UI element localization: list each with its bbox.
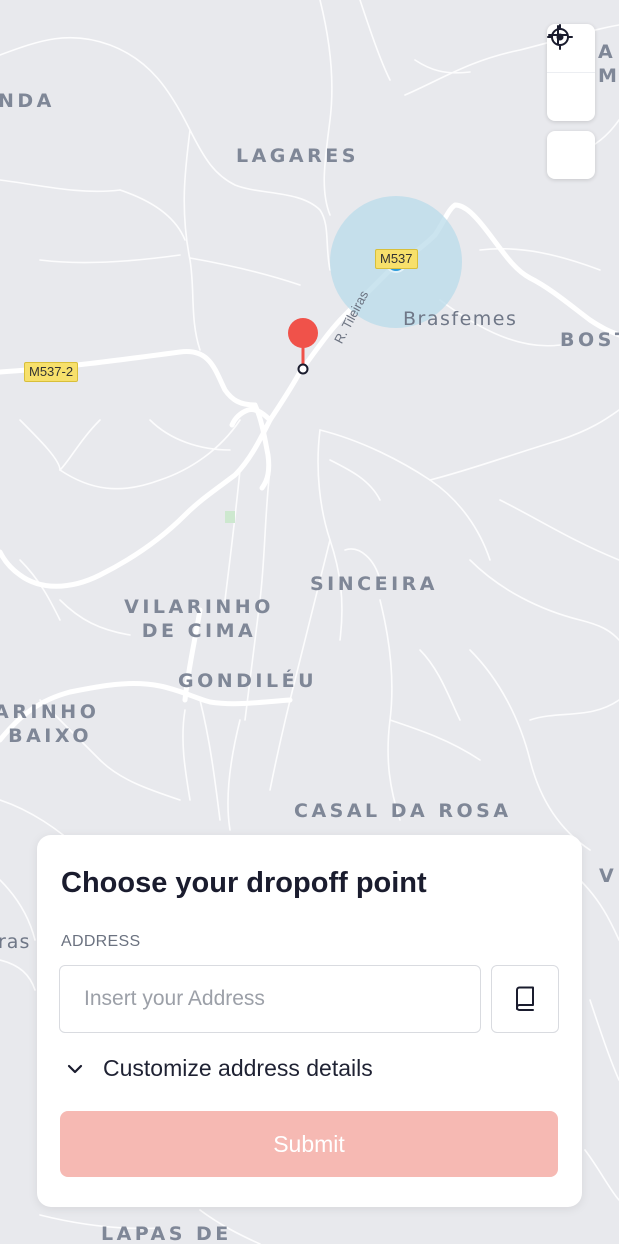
dropoff-form-card: Choose your dropoff point ADDRESS Custom… [37, 835, 582, 1207]
place-label: Brasfemes [403, 308, 518, 330]
place-label: LAGARES [236, 145, 359, 167]
place-label: A MA [598, 41, 619, 87]
place-label: V [599, 865, 618, 887]
form-title: Choose your dropoff point [61, 867, 427, 899]
place-label: ras [0, 931, 31, 953]
chevron-down-icon [67, 1064, 83, 1073]
place-label: GONDILÉU [178, 670, 318, 692]
place-label: LAPAS DE [101, 1223, 232, 1244]
map-screen: NDA LAGARES Brasfemes BOST A MA SINCEIRA… [0, 0, 619, 1244]
address-book-button[interactable] [491, 965, 559, 1033]
place-label: CASAL DA ROSA [294, 800, 512, 822]
submit-button[interactable]: Submit [60, 1111, 558, 1177]
book-icon [516, 986, 534, 1011]
place-label: NDA [0, 90, 55, 112]
address-input[interactable] [59, 965, 481, 1033]
road-shield: M537-2 [24, 362, 79, 382]
road-shield: M537 [375, 249, 418, 269]
customize-address-toggle[interactable]: Customize address details [65, 1055, 373, 1082]
locate-me-button[interactable] [547, 24, 595, 179]
dropoff-pin[interactable] [288, 318, 318, 375]
place-label: BOST [560, 329, 619, 351]
map-controls [547, 24, 595, 179]
place-label: VILARINHO DE CIMA [124, 596, 274, 642]
crosshair-icon [547, 24, 573, 50]
zoom-out-button[interactable] [547, 34, 595, 121]
place-label: SINCEIRA [310, 573, 438, 595]
customize-label: Customize address details [103, 1055, 373, 1081]
address-label: ADDRESS [61, 933, 141, 950]
place-label: ARINHO BAIXO [0, 701, 100, 747]
